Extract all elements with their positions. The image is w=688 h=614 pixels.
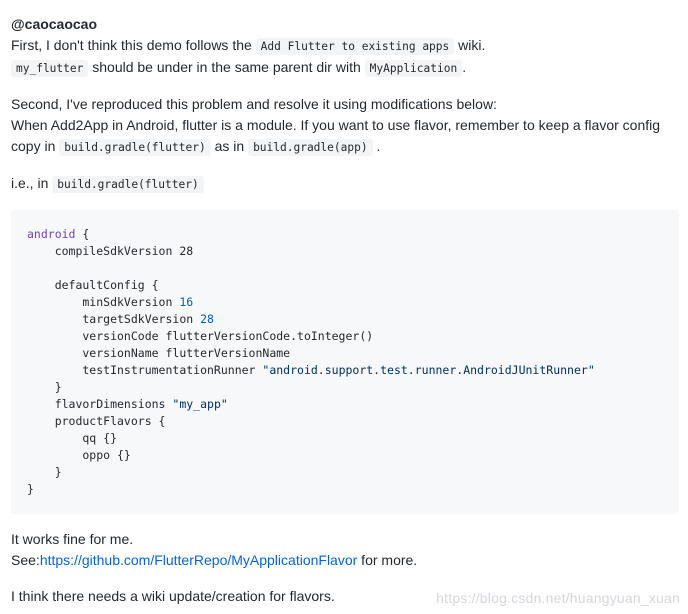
code-line: testInstrumentationRunner <box>27 363 263 377</box>
inline-code-build-gradle-flutter: build.gradle(flutter) <box>59 139 211 156</box>
code-number: 16 <box>179 295 194 309</box>
code-line: } <box>27 465 62 479</box>
inline-code-build-gradle-flutter: build.gradle(flutter) <box>52 176 204 193</box>
paragraph-ie: i.e., in build.gradle(flutter) <box>11 173 679 195</box>
code-line: targetSdkVersion <box>27 312 201 326</box>
text: . <box>462 59 467 75</box>
code-line: oppo {} <box>27 448 131 462</box>
code-string: "my_app" <box>172 397 228 411</box>
code-line: versionName flutterVersionName <box>27 346 291 360</box>
code-block[interactable]: android { compileSdkVersion 28 defaultCo… <box>11 210 679 514</box>
text: When Add2App in Android, flutter is a mo… <box>11 117 661 133</box>
code-line: defaultConfig { <box>27 278 159 292</box>
text: should be under in the same parent dir w… <box>92 59 361 75</box>
text: I think there needs a wiki update/creati… <box>11 588 335 604</box>
paragraph-works: It works fine for me. See:https://github… <box>11 529 679 571</box>
code-line: compileSdkVersion 28 <box>27 244 194 258</box>
code-line: versionCode flutterVersionCode.toInteger… <box>27 329 374 343</box>
inline-code-myapplication: MyApplication <box>364 60 463 77</box>
code-keyword: android <box>27 227 76 241</box>
inline-code-wiki-title: Add Flutter to existing apps <box>255 38 455 55</box>
code-line: qq {} <box>27 431 118 445</box>
code-line: } <box>27 380 62 394</box>
inline-code-build-gradle-app: build.gradle(app) <box>248 139 373 156</box>
code-line: } <box>27 482 34 496</box>
code-string: "android.support.test.runner.AndroidJUni… <box>262 363 595 377</box>
text: as in <box>214 138 245 154</box>
paragraph-first: First, I don't think this demo follows t… <box>11 35 679 79</box>
code-line: flavorDimensions <box>27 397 173 411</box>
text: First, I don't think this demo follows t… <box>11 37 252 53</box>
inline-code-my-flutter: my_flutter <box>11 60 89 77</box>
text: Second, I've reproduced this problem and… <box>11 96 497 112</box>
code-line: productFlavors { <box>27 414 166 428</box>
code-line: { <box>75 227 90 241</box>
paragraph-second: Second, I've reproduced this problem and… <box>11 94 679 158</box>
text: wiki. <box>458 37 486 53</box>
repo-link[interactable]: https://github.com/FlutterRepo/MyApplica… <box>40 552 357 568</box>
code-number: 28 <box>200 312 214 326</box>
text: copy in <box>11 138 56 154</box>
text: See: <box>11 552 40 568</box>
comment-body: @caocaocao First, I don't think this dem… <box>11 14 679 607</box>
text: It works fine for me. <box>11 531 134 547</box>
text: . <box>376 138 381 154</box>
text: for more. <box>357 552 418 568</box>
author-mention[interactable]: @caocaocao <box>11 14 679 35</box>
watermark: https://blog.csdn.net/huangyuan_xuan <box>436 590 680 606</box>
code-line: minSdkVersion <box>27 295 180 309</box>
text: i.e., in <box>11 175 49 191</box>
